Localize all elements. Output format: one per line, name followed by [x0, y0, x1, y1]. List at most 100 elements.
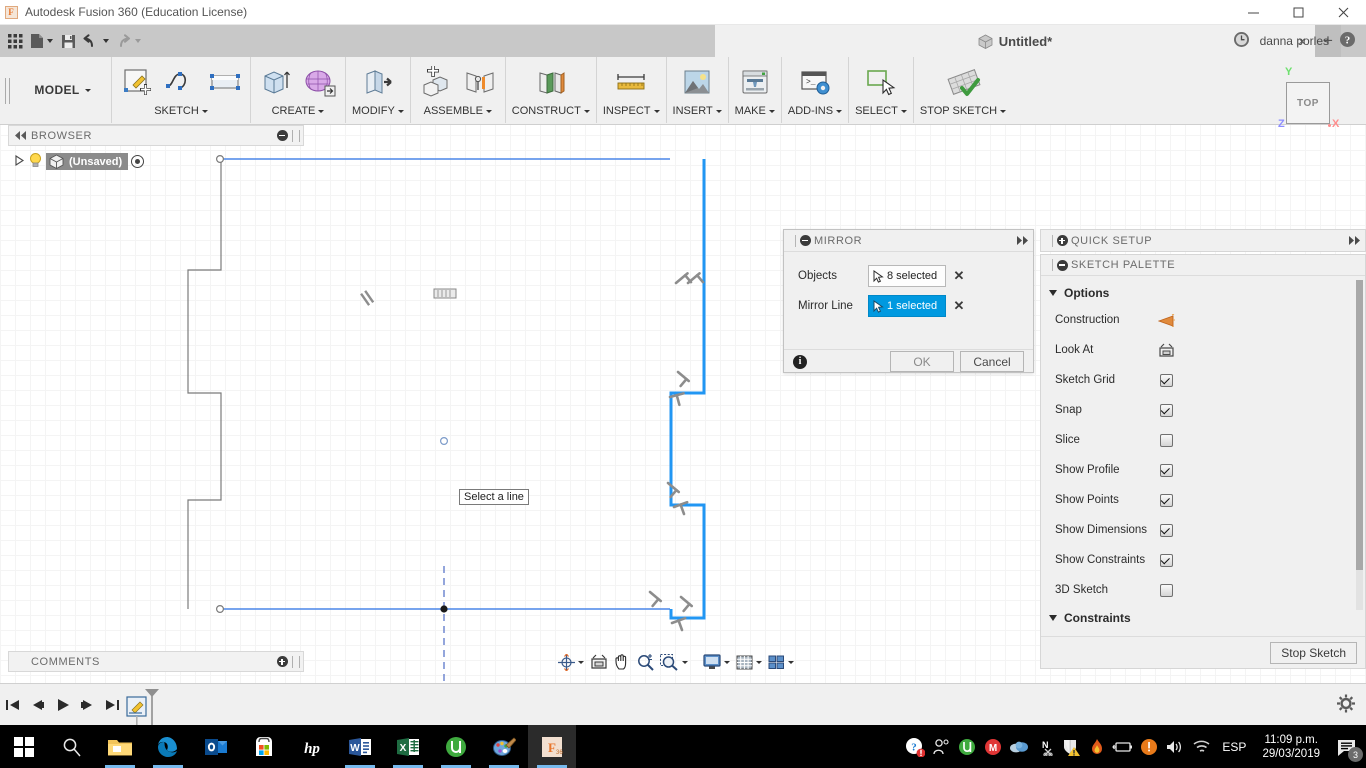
- cancel-button[interactable]: Cancel: [960, 351, 1024, 372]
- look-at-nav-button[interactable]: [588, 650, 610, 674]
- go-to-end-button[interactable]: [100, 690, 125, 720]
- expand-right-icon[interactable]: [1011, 236, 1033, 245]
- document-tab[interactable]: Untitled*: [715, 25, 1315, 57]
- taskbar-item-word[interactable]: W: [336, 725, 384, 768]
- option-construction[interactable]: Construction: [1041, 305, 1365, 335]
- drag-grip-icon[interactable]: [1044, 234, 1053, 247]
- ribbon-group-label-create[interactable]: CREATE: [272, 101, 325, 121]
- checkbox-icon[interactable]: [1159, 553, 1173, 567]
- ribbon-group-label-stop-sketch[interactable]: STOP SKETCH: [920, 101, 1007, 121]
- tray-clock[interactable]: 11:09 p.m. 29/03/2019: [1254, 733, 1328, 761]
- quick-setup-panel[interactable]: QUICK SETUP: [1040, 229, 1366, 252]
- save-button[interactable]: [57, 28, 79, 54]
- stop-sketch-panel-button[interactable]: Stop Sketch: [1270, 641, 1357, 664]
- ribbon-group-label-sketch[interactable]: SKETCH: [154, 101, 208, 121]
- tray-security-warning-icon[interactable]: [1058, 725, 1084, 768]
- mirror-objects-clear-button[interactable]: ✕: [946, 268, 972, 284]
- spline-button[interactable]: [162, 63, 200, 101]
- display-settings-button[interactable]: [701, 650, 732, 674]
- tray-wifi-icon[interactable]: [1188, 725, 1214, 768]
- tray-firewall-icon[interactable]: [1084, 725, 1110, 768]
- tray-alert-icon[interactable]: [1136, 725, 1162, 768]
- new-document-button[interactable]: [28, 28, 55, 54]
- select-button[interactable]: [862, 63, 900, 101]
- option-snap[interactable]: Snap: [1041, 395, 1365, 425]
- ribbon-group-label-construct[interactable]: CONSTRUCT: [512, 101, 590, 121]
- browser-minimize-button[interactable]: [272, 130, 292, 141]
- option-look-at[interactable]: Look At: [1041, 335, 1365, 365]
- undo-button[interactable]: [81, 28, 111, 54]
- start-button[interactable]: [0, 725, 48, 768]
- browser-root-node[interactable]: (Unsaved): [46, 153, 129, 170]
- tray-mega-icon[interactable]: M: [980, 725, 1006, 768]
- close-button[interactable]: [1321, 0, 1366, 25]
- options-section-header[interactable]: Options: [1041, 280, 1365, 305]
- expand-right-icon[interactable]: [1343, 236, 1365, 245]
- drag-grip-icon[interactable]: [787, 234, 796, 247]
- scripts-addins-button[interactable]: >_: [796, 63, 834, 101]
- user-name[interactable]: danna porles: [1260, 34, 1329, 48]
- tray-battery-icon[interactable]: [1110, 725, 1136, 768]
- press-pull-button[interactable]: [359, 63, 397, 101]
- mirror-minimize-button[interactable]: [796, 235, 814, 246]
- tray-onedrive-icon[interactable]: [1006, 725, 1032, 768]
- workspace-selector[interactable]: MODEL: [14, 57, 112, 123]
- taskbar-item-outlook[interactable]: [192, 725, 240, 768]
- collapse-left-icon[interactable]: [9, 131, 31, 140]
- tray-nvidia-snip-icon[interactable]: N: [1032, 725, 1058, 768]
- viewcube[interactable]: TOP Y X Z: [1278, 66, 1344, 132]
- drag-grip-icon[interactable]: [1044, 259, 1053, 271]
- mirror-line-clear-button[interactable]: ✕: [946, 298, 972, 314]
- viewports-button[interactable]: [766, 650, 796, 674]
- taskbar-item-utorrent[interactable]: [432, 725, 480, 768]
- step-back-button[interactable]: [25, 690, 50, 720]
- ribbon-group-label-assemble[interactable]: ASSEMBLE: [424, 101, 492, 121]
- checkbox-icon[interactable]: [1159, 463, 1173, 477]
- go-to-beginning-button[interactable]: [0, 690, 25, 720]
- taskbar-item-edge[interactable]: [144, 725, 192, 768]
- mirror-line-selection[interactable]: 1 selected: [868, 295, 946, 317]
- sketch-palette-header[interactable]: SKETCH PALETTE: [1041, 255, 1365, 276]
- offset-plane-button[interactable]: [532, 63, 570, 101]
- radio-selected-icon[interactable]: [131, 155, 145, 168]
- step-forward-button[interactable]: [75, 690, 100, 720]
- visibility-toggle[interactable]: [28, 152, 43, 171]
- 3d-print-button[interactable]: [736, 63, 774, 101]
- app-grid-button[interactable]: [4, 28, 26, 54]
- zoom-window-button[interactable]: [658, 650, 690, 674]
- minimize-button[interactable]: [1231, 0, 1276, 25]
- viewcube-top-face[interactable]: TOP: [1286, 82, 1330, 124]
- option-show-dimensions[interactable]: Show Dimensions: [1041, 515, 1365, 545]
- option-show-profile[interactable]: Show Profile: [1041, 455, 1365, 485]
- ribbon-group-label-select[interactable]: SELECT: [855, 101, 907, 121]
- ribbon-group-label-addins[interactable]: ADD-INS: [788, 101, 843, 121]
- create-form-button[interactable]: [301, 63, 339, 101]
- tray-utorrent-icon[interactable]: [954, 725, 980, 768]
- redo-button[interactable]: [113, 28, 143, 54]
- checkbox-icon[interactable]: [1159, 433, 1173, 447]
- tray-help-alert-icon[interactable]: ?: [902, 725, 928, 768]
- checkbox-icon[interactable]: [1159, 493, 1173, 507]
- taskbar-item-excel[interactable]: X: [384, 725, 432, 768]
- option-sketch-grid[interactable]: Sketch Grid: [1041, 365, 1365, 395]
- new-component-button[interactable]: [417, 63, 455, 101]
- taskbar-item-microsoft-store[interactable]: [240, 725, 288, 768]
- notifications-button[interactable]: 3: [1328, 725, 1366, 768]
- create-sketch-button[interactable]: [118, 63, 156, 101]
- rectangle-button[interactable]: [206, 63, 244, 101]
- maximize-button[interactable]: [1276, 0, 1321, 25]
- taskbar-search-button[interactable]: [48, 725, 96, 768]
- mirror-dialog-header[interactable]: MIRROR: [784, 230, 1033, 252]
- mirror-objects-selection[interactable]: 8 selected: [868, 265, 946, 287]
- info-icon[interactable]: i: [793, 354, 807, 369]
- orbit-button[interactable]: [556, 650, 586, 674]
- ribbon-group-label-make[interactable]: MAKE: [735, 101, 775, 121]
- pan-button[interactable]: [612, 650, 633, 674]
- ribbon-group-label-inspect[interactable]: INSPECT: [603, 101, 660, 121]
- timeline-feature[interactable]: [125, 685, 171, 725]
- checkbox-icon[interactable]: [1159, 403, 1173, 417]
- extrude-button[interactable]: [257, 63, 295, 101]
- timeline-settings-button[interactable]: [1336, 693, 1356, 716]
- option-show-constraints[interactable]: Show Constraints: [1041, 545, 1365, 575]
- checkbox-icon[interactable]: [1159, 583, 1173, 597]
